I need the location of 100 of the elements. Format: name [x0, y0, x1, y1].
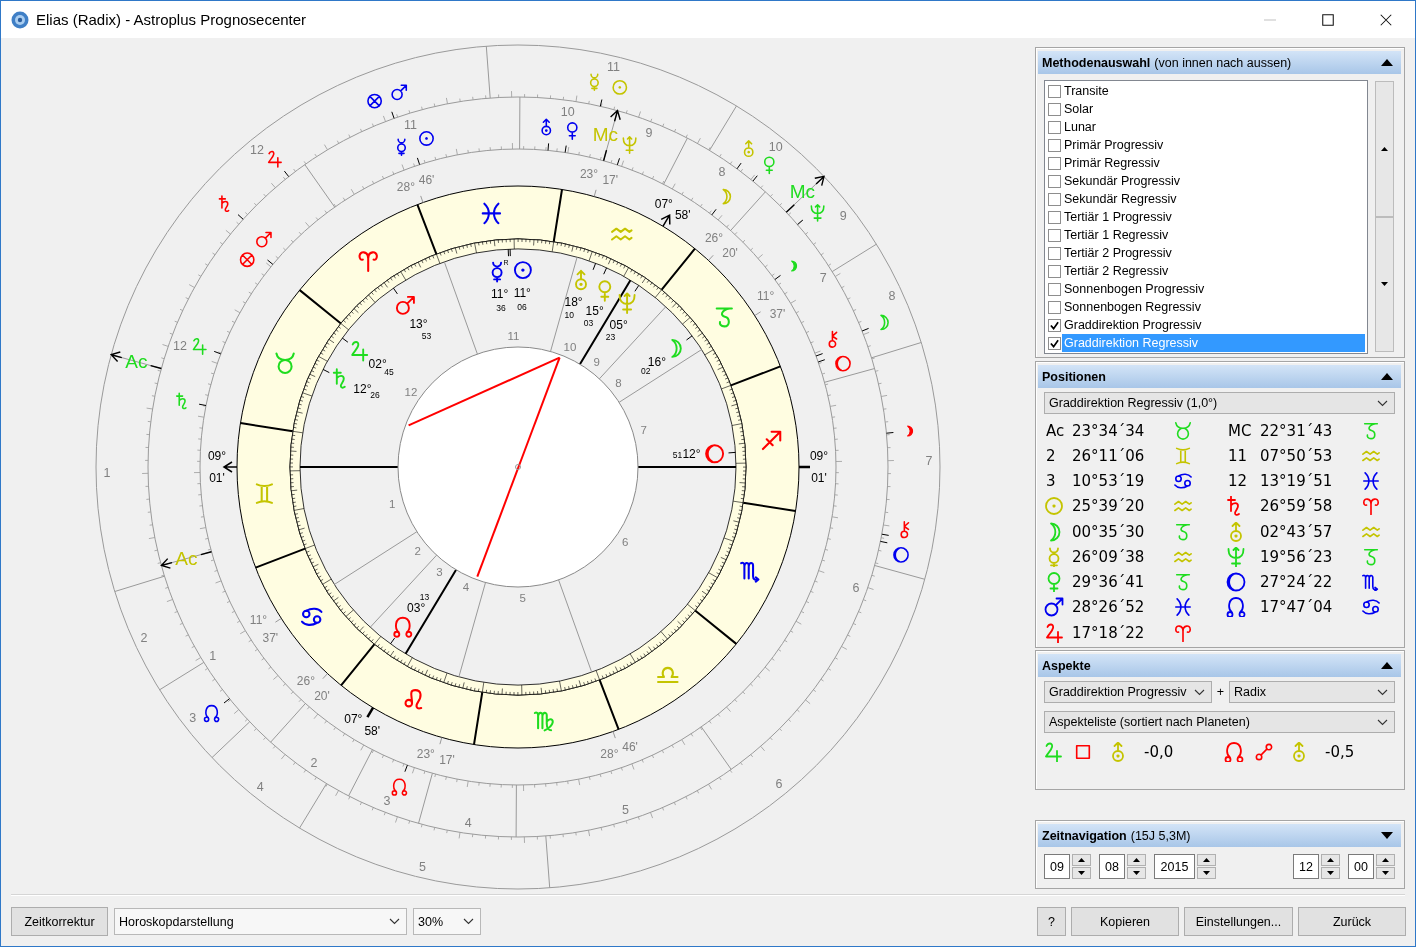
house-number: 4	[256, 780, 264, 795]
position-value: 00°35´30	[1072, 522, 1145, 541]
method-item[interactable]: Primär Regressiv	[1062, 154, 1365, 172]
planet-degree: 11°	[490, 287, 509, 301]
method-item[interactable]: Sekundär Progressiv	[1062, 172, 1365, 190]
planet-degree: 12°	[682, 447, 701, 461]
method-item[interactable]: Sonnenbogen Regressiv	[1062, 298, 1365, 316]
house-number: 4	[464, 815, 472, 830]
method-item[interactable]: Tertiär 2 Progressiv	[1062, 244, 1365, 262]
close-icon[interactable]	[1380, 13, 1392, 26]
triangle-up-icon[interactable]	[1381, 59, 1393, 66]
help-button[interactable]: ?	[1037, 907, 1066, 936]
checkbox[interactable]	[1048, 84, 1061, 98]
house-number: 1	[103, 466, 111, 481]
house-number: 5	[622, 802, 630, 817]
method-item[interactable]: Solar	[1062, 100, 1365, 118]
checkbox[interactable]	[1048, 318, 1061, 332]
method-item[interactable]: Graddirektion Progressiv	[1062, 316, 1365, 334]
method-item[interactable]: Tertiär 1 Progressiv	[1062, 208, 1365, 226]
checkbox[interactable]	[1048, 156, 1061, 170]
spin-up-button[interactable]	[1072, 854, 1091, 866]
position-value: 17°18´22	[1072, 623, 1145, 642]
axis-tick	[785, 204, 795, 213]
checkbox[interactable]	[1048, 336, 1061, 350]
spin-up-button[interactable]	[1321, 854, 1340, 866]
cusp-minute: 20'	[314, 688, 330, 703]
spin-down-button[interactable]	[1072, 867, 1091, 879]
method-item[interactable]: Sekundär Regressiv	[1062, 190, 1365, 208]
house-number: 3	[436, 565, 443, 578]
position-marker	[634, 285, 640, 292]
minute-field[interactable]: 00	[1348, 854, 1374, 879]
position-value: 19°56´23	[1260, 547, 1333, 566]
checkbox[interactable]	[1048, 264, 1061, 278]
cusp-degree: 09°	[207, 449, 227, 463]
method-item[interactable]: Sonnenbogen Progressiv	[1062, 280, 1365, 298]
planet-minute: 06	[517, 302, 527, 312]
year-field[interactable]: 2015	[1154, 854, 1195, 879]
house-number: 1	[389, 497, 396, 510]
spin-up-button[interactable]	[1197, 854, 1216, 866]
cusp-tick	[420, 195, 424, 203]
position-marker	[774, 274, 781, 280]
method-item[interactable]: Transite	[1062, 82, 1365, 100]
chevron-down-icon	[1194, 688, 1205, 696]
method-dropdown[interactable]: Graddirektion Progressiv	[1044, 681, 1212, 703]
hour-field[interactable]: 12	[1293, 854, 1319, 879]
checkbox[interactable]	[1048, 300, 1061, 314]
planet-degree: 11°	[513, 286, 531, 301]
checkbox[interactable]	[1048, 120, 1061, 134]
house-number: 2	[310, 755, 318, 770]
checkbox[interactable]	[1048, 174, 1061, 188]
copy-button[interactable]: Kopieren	[1071, 907, 1179, 936]
time-correction-button[interactable]: Zeitkorrektur	[11, 907, 108, 936]
spin-down-button[interactable]	[1376, 867, 1395, 879]
checkbox[interactable]	[1048, 138, 1061, 152]
method-item[interactable]: Primär Progressiv	[1062, 136, 1365, 154]
house-number: 6	[775, 777, 783, 792]
spin-down-button[interactable]	[1321, 867, 1340, 879]
triangle-up-icon[interactable]	[1381, 373, 1393, 380]
position-marker	[213, 350, 222, 355]
triangle-down-icon[interactable]	[1381, 832, 1393, 839]
method-item[interactable]: Lunar	[1062, 118, 1365, 136]
spin-down-button[interactable]	[1127, 867, 1146, 879]
house-number: 12	[249, 142, 264, 157]
cusp-degree: 28°	[396, 180, 415, 195]
month-field[interactable]: 08	[1099, 854, 1125, 879]
checkbox[interactable]	[1048, 102, 1061, 116]
list-type-dropdown[interactable]: Aspekteliste (sortiert nach Planeten)	[1044, 711, 1395, 733]
position-value: 25°39´20	[1072, 497, 1145, 516]
position-marker	[416, 157, 421, 166]
checkbox[interactable]	[1048, 282, 1061, 296]
checkbox[interactable]	[1048, 246, 1061, 260]
method-dropdown[interactable]: Graddirektion Regressiv (1,0°)	[1044, 392, 1395, 414]
house-number: 8	[615, 376, 622, 389]
house-number: 6	[621, 536, 629, 549]
spin-up-button[interactable]	[1127, 854, 1146, 866]
method-item[interactable]: Tertiär 2 Regressiv	[1062, 262, 1365, 280]
method-item[interactable]: Tertiär 1 Regressiv	[1062, 226, 1365, 244]
checkbox[interactable]	[1048, 210, 1061, 224]
house-number: 3	[383, 794, 391, 809]
zoom-dropdown[interactable]: 30%	[413, 908, 481, 935]
checkbox[interactable]	[1048, 228, 1061, 242]
axis-label: Ac	[125, 351, 148, 373]
back-button[interactable]: Zurück	[1298, 907, 1406, 936]
spin-down-button[interactable]	[1197, 867, 1216, 879]
triangle-up-icon[interactable]	[1381, 662, 1393, 669]
axis-arrow	[160, 557, 173, 569]
checkbox[interactable]	[1048, 192, 1061, 206]
chart-dropdown[interactable]: Radix	[1229, 681, 1395, 703]
position-label: Ac	[1045, 421, 1065, 440]
day-field[interactable]: 09	[1044, 854, 1070, 879]
panel-subtitle: (von innen nach aussen)	[1154, 55, 1292, 70]
settings-button[interactable]: Einstellungen...	[1184, 907, 1293, 936]
position-marker	[728, 451, 736, 454]
axis-label: Mc	[592, 123, 618, 145]
cusp-degree: 11°	[757, 288, 775, 303]
view-dropdown[interactable]: Horoskopdarstellung	[114, 908, 407, 935]
position-marker	[599, 99, 603, 107]
maximize-icon[interactable]	[1322, 13, 1334, 26]
spin-up-button[interactable]	[1376, 854, 1395, 866]
position-marker	[322, 368, 330, 374]
